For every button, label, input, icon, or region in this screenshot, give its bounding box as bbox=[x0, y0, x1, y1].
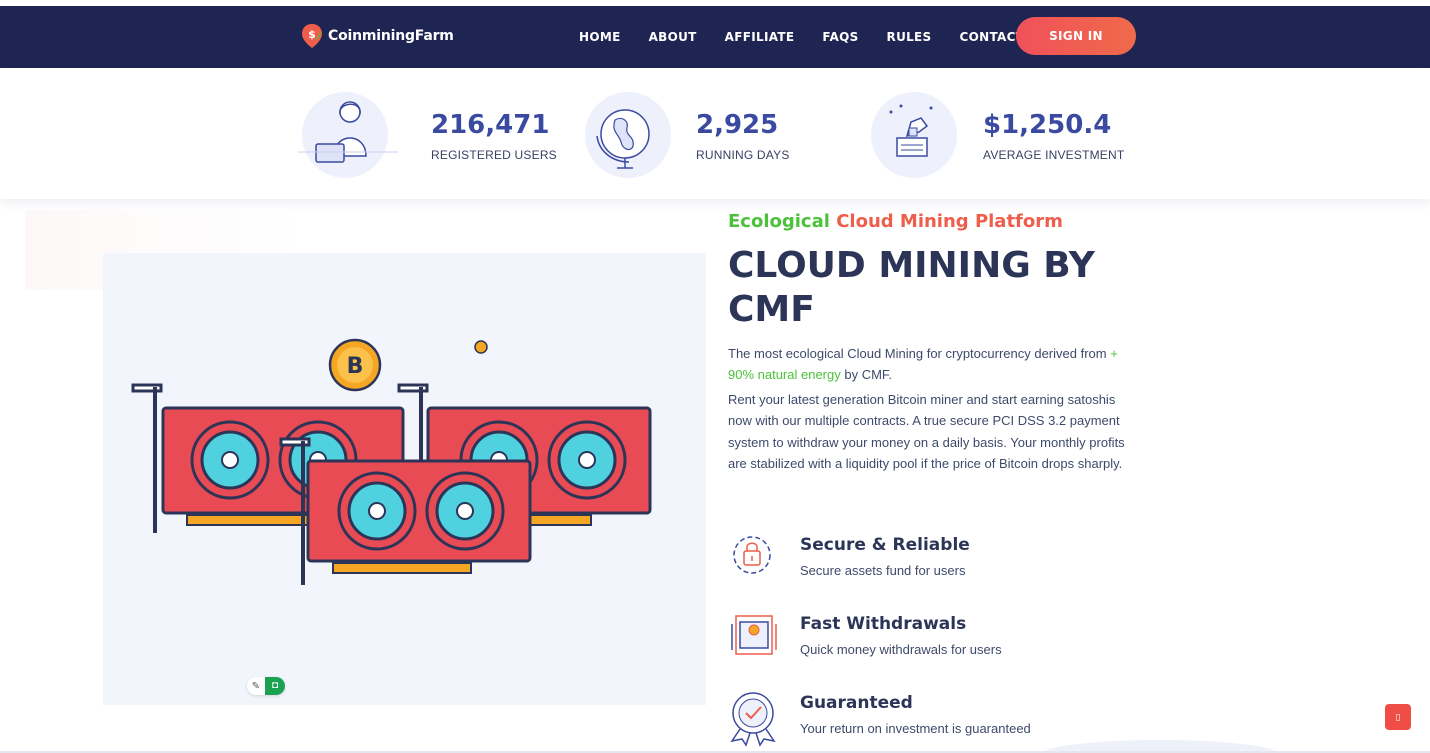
hero-headline: CLOUD MINING BY CMF bbox=[728, 245, 1095, 330]
hero-intro-text: The most ecological Cloud Mining for cry… bbox=[728, 346, 1111, 361]
main-nav: HOME ABOUT AFFILIATE FAQS RULES CONTACT bbox=[565, 6, 1038, 68]
eyebrow-red: Cloud Mining Platform bbox=[836, 211, 1063, 232]
stat-value: $1,250.4 bbox=[983, 110, 1112, 140]
stat-label: REGISTERED USERS bbox=[431, 148, 557, 162]
hero-eyebrow: Ecological Cloud Mining Platform bbox=[728, 211, 1063, 232]
nav-about[interactable]: ABOUT bbox=[649, 30, 697, 44]
secure-lock-icon bbox=[728, 533, 778, 583]
nav-home[interactable]: HOME bbox=[579, 30, 621, 44]
stat-registered-users: 216,471 REGISTERED USERS bbox=[298, 90, 562, 180]
feature-title: Fast Withdrawals bbox=[800, 614, 967, 634]
feature-withdrawals: Fast Withdrawals Quick money withdrawals… bbox=[728, 612, 1148, 668]
nav-contact[interactable]: CONTACT bbox=[960, 30, 1025, 44]
svg-text:$: $ bbox=[308, 28, 316, 41]
feature-desc: Your return on investment is guaranteed bbox=[800, 721, 1031, 736]
stat-value: 216,471 bbox=[431, 110, 550, 140]
stat-running-days: 2,925 RUNNING DAYS bbox=[585, 90, 845, 180]
nav-affiliate[interactable]: AFFILIATE bbox=[725, 30, 795, 44]
stat-average-investment: $1,250.4 AVERAGE INVESTMENT bbox=[871, 90, 1151, 180]
feature-desc: Quick money withdrawals for users bbox=[800, 642, 1002, 657]
stat-label: AVERAGE INVESTMENT bbox=[983, 148, 1125, 162]
hero-description: Rent your latest generation Bitcoin mine… bbox=[728, 392, 1125, 471]
stat-label: RUNNING DAYS bbox=[696, 148, 790, 162]
stats-band: 216,471 REGISTERED USERS 2,925 RUNNING D… bbox=[0, 68, 1430, 199]
feature-guaranteed: Guaranteed Your return on investment is … bbox=[728, 691, 1148, 747]
edit-widget[interactable]: ✎ ◘ bbox=[247, 677, 285, 695]
nav-rules[interactable]: RULES bbox=[887, 30, 932, 44]
site-header: $ CoinminingFarm HOME ABOUT AFFILIATE FA… bbox=[0, 6, 1430, 68]
feature-secure: Secure & Reliable Secure assets fund for… bbox=[728, 533, 1148, 589]
hero-intro-tail: by CMF. bbox=[840, 367, 893, 382]
feature-title: Secure & Reliable bbox=[800, 535, 970, 555]
pen-icon[interactable]: ✎ bbox=[247, 681, 265, 692]
guarantee-badge-icon bbox=[728, 691, 778, 747]
feature-desc: Secure assets fund for users bbox=[800, 563, 966, 578]
support-agent-icon bbox=[298, 92, 398, 178]
gpu-miners-illustration: B bbox=[103, 253, 706, 705]
globe-icon bbox=[585, 92, 671, 178]
bot-icon[interactable]: ◘ bbox=[265, 677, 285, 695]
logo-icon: $ bbox=[300, 22, 324, 50]
sign-in-button[interactable]: SIGN IN bbox=[1016, 17, 1136, 55]
logo-text: CoinminingFarm bbox=[328, 28, 454, 44]
withdraw-icon bbox=[728, 612, 778, 662]
bitcoin-coin: B bbox=[347, 354, 364, 379]
logo[interactable]: $ CoinminingFarm bbox=[300, 20, 454, 52]
stat-value: 2,925 bbox=[696, 110, 779, 140]
page: $ CoinminingFarm HOME ABOUT AFFILIATE FA… bbox=[0, 0, 1430, 753]
nav-faqs[interactable]: FAQS bbox=[822, 30, 858, 44]
feature-title: Guaranteed bbox=[800, 693, 913, 713]
hero-intro: The most ecological Cloud Mining for cry… bbox=[728, 343, 1138, 385]
invest-hand-icon bbox=[871, 92, 957, 178]
eyebrow-green: Ecological bbox=[728, 211, 830, 232]
scroll-top-button[interactable]: ▯ bbox=[1385, 704, 1411, 730]
